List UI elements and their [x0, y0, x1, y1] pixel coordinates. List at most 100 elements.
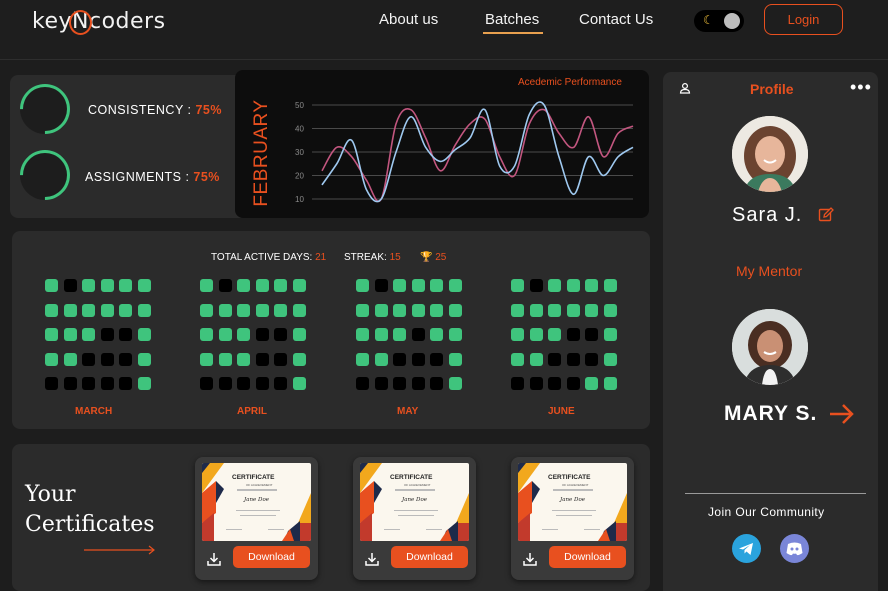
activity-day-cell	[63, 279, 77, 292]
month-label-may: MAY	[397, 406, 419, 417]
mentor-avatar	[732, 309, 808, 385]
activity-day-cell	[45, 352, 58, 366]
certificate-card: CERTIFICATE OF ACHIEVEMENT Jane Doe Down…	[195, 457, 318, 580]
activity-day-cell	[119, 352, 132, 366]
certificate-preview[interactable]: CERTIFICATE OF ACHIEVEMENT Jane Doe	[202, 463, 311, 541]
certificate-signature-line	[542, 529, 558, 530]
certificate-line	[394, 510, 438, 511]
download-button[interactable]: Download	[549, 546, 626, 568]
more-options-icon[interactable]: •••	[850, 77, 872, 98]
streak-label: STREAK:	[344, 252, 390, 263]
activity-day-cell	[119, 328, 132, 341]
profile-divider	[685, 493, 866, 494]
activity-day-cell	[529, 303, 543, 317]
nav-batches[interactable]: Batches	[482, 11, 544, 34]
activity-day-cell	[374, 279, 388, 292]
certificate-heading: CERTIFICATE	[548, 474, 591, 481]
activity-day-cell	[585, 279, 598, 292]
nav-contact-us[interactable]: Contact Us	[579, 11, 653, 28]
chart-series-line-1	[321, 108, 634, 202]
activity-day-cell	[430, 352, 443, 366]
edit-icon[interactable]	[818, 207, 834, 223]
activity-day-cell	[45, 279, 58, 292]
activity-day-cell	[448, 279, 462, 292]
telegram-icon[interactable]	[732, 534, 761, 563]
certificate-subheading: OF ACHIEVEMENT	[404, 483, 431, 487]
activity-day-cell	[292, 352, 306, 366]
activity-day-cell	[218, 303, 232, 317]
activity-day-cell	[292, 303, 306, 317]
download-icon[interactable]	[523, 552, 537, 566]
activity-day-cell	[255, 303, 269, 317]
activity-day-cell	[566, 377, 580, 390]
certificate-recipient: Jane Doe	[244, 497, 270, 503]
download-icon[interactable]	[365, 552, 379, 566]
certificate-signature-line	[268, 529, 284, 530]
streak: STREAK: 15	[344, 252, 401, 263]
certificate-line	[553, 489, 593, 491]
certificate-recipient: Jane Doe	[560, 497, 586, 503]
certificates-title-line1: Your	[25, 482, 76, 507]
login-button[interactable]: Login	[764, 4, 843, 35]
discord-icon[interactable]	[780, 534, 809, 563]
consistency-progress-ring	[20, 84, 70, 134]
download-icon[interactable]	[207, 552, 221, 566]
activity-day-cell	[603, 377, 617, 390]
activity-day-cell	[448, 328, 462, 341]
activity-day-cell	[237, 328, 250, 341]
activity-day-cell	[356, 328, 369, 341]
activity-day-cell	[356, 279, 369, 292]
activity-day-cell	[566, 303, 580, 317]
activity-day-cell	[356, 303, 369, 317]
activity-day-cell	[63, 377, 77, 390]
certificate-preview[interactable]: CERTIFICATE OF ACHIEVEMENT Jane Doe	[518, 463, 627, 541]
download-button[interactable]: Download	[233, 546, 310, 568]
logo-text-n: N	[69, 9, 92, 35]
certificate-signature-line	[584, 529, 600, 530]
activity-day-cell	[100, 279, 114, 292]
activity-day-cell	[411, 303, 425, 317]
nav-about-us[interactable]: About us	[379, 11, 438, 28]
activity-day-cell	[511, 303, 524, 317]
assignments-label: ASSIGNMENTS :	[85, 170, 194, 184]
certificate-card: CERTIFICATE OF ACHIEVEMENT Jane Doe Down…	[511, 457, 634, 580]
activity-day-cell	[566, 279, 580, 292]
activity-day-cell	[393, 352, 406, 366]
chart-month-text: FEBRUARY	[251, 99, 272, 207]
activity-day-cell	[237, 303, 250, 317]
theme-toggle[interactable]: ☾	[694, 10, 744, 32]
streak-value: 15	[389, 252, 401, 263]
activity-day-cell	[63, 328, 77, 341]
activity-day-cell	[137, 377, 151, 390]
activity-day-cell	[511, 328, 524, 341]
download-button[interactable]: Download	[391, 546, 468, 568]
arrow-right-icon[interactable]	[829, 403, 855, 425]
logo[interactable]: keyNcoders	[32, 9, 166, 35]
mentor-section-title: My Mentor	[736, 263, 803, 279]
user-avatar	[732, 116, 808, 192]
trophy-value: 25	[435, 252, 447, 263]
certificate-card: CERTIFICATE OF ACHIEVEMENT Jane Doe Down…	[353, 457, 476, 580]
activity-day-cell	[603, 279, 617, 292]
activity-day-cell	[237, 377, 250, 390]
activity-day-cell	[200, 303, 213, 317]
activity-day-cell	[119, 303, 132, 317]
total-active-days: TOTAL ACTIVE DAYS: 21	[211, 252, 326, 263]
activity-day-cell	[411, 328, 425, 341]
activity-day-cell	[430, 279, 443, 292]
activity-day-cell	[274, 377, 287, 390]
activity-day-cell	[137, 279, 151, 292]
chart-month-label: FEBRUARY	[251, 99, 272, 207]
certificate-line	[552, 510, 596, 511]
activity-day-cell	[548, 303, 561, 317]
moon-icon: ☾	[703, 13, 714, 27]
month-label-june: JUNE	[548, 406, 575, 417]
chart-y-tick-label: 40	[295, 125, 304, 134]
activity-day-cell	[529, 328, 543, 341]
certificate-preview[interactable]: CERTIFICATE OF ACHIEVEMENT Jane Doe	[360, 463, 469, 541]
activity-day-cell	[274, 352, 287, 366]
activity-day-cell	[529, 352, 543, 366]
activity-day-cell	[430, 377, 443, 390]
activity-day-cell	[82, 328, 95, 341]
certificate-signature-line	[226, 529, 242, 530]
